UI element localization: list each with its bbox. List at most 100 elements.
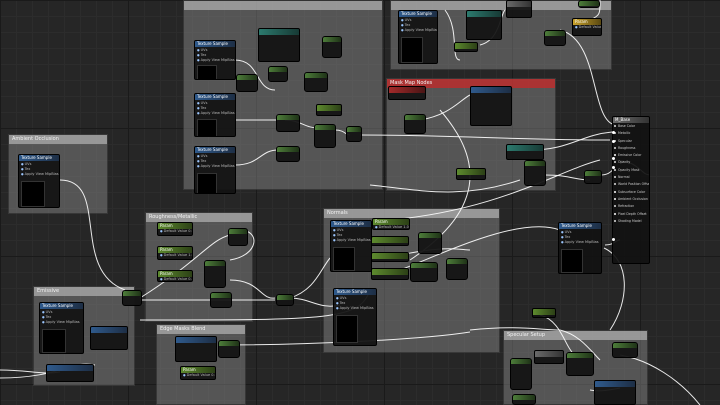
pin-label[interactable]: Apply View MipBias xyxy=(333,238,371,243)
result-pin[interactable]: Ambient Occlusion xyxy=(613,196,649,203)
math-node[interactable] xyxy=(210,292,232,308)
texture-sample-node[interactable]: Texture Sample UVsTexApply View MipBias xyxy=(18,154,60,208)
comment-title[interactable]: Ambient Occlusion xyxy=(9,135,107,144)
function-node[interactable] xyxy=(175,336,217,362)
math-node[interactable] xyxy=(524,160,546,186)
result-pin[interactable]: Subsurface Color xyxy=(613,189,649,196)
result-pin[interactable]: Normal xyxy=(613,174,649,181)
math-node[interactable] xyxy=(204,260,226,288)
texture-sample-node[interactable]: Texture Sample UVsTexApply View MipBias xyxy=(558,222,602,274)
reroute-knot[interactable] xyxy=(612,131,615,134)
math-node[interactable] xyxy=(346,126,362,142)
texture-sample-node[interactable]: Texture Sample UVsTexApply View MipBias xyxy=(194,93,236,137)
pin-label[interactable]: Apply View MipBias xyxy=(561,240,599,245)
scalar-parameter-node[interactable]: Param Default Value 0.5 xyxy=(157,270,193,282)
pin-label[interactable]: Apply View MipBias xyxy=(197,164,235,169)
math-node[interactable] xyxy=(218,340,240,358)
scalar-parameter-node[interactable]: Param Default Value 0.0 xyxy=(157,222,193,236)
function-node[interactable] xyxy=(371,252,409,262)
math-node[interactable] xyxy=(314,124,336,148)
math-node[interactable] xyxy=(566,352,594,376)
function-node[interactable] xyxy=(532,308,556,318)
function-node[interactable] xyxy=(371,236,409,246)
param-default-value[interactable]: Default Value 2.0 xyxy=(573,25,601,30)
math-node[interactable] xyxy=(578,0,600,8)
pin-label[interactable]: Apply View MipBias xyxy=(197,58,235,63)
math-node[interactable] xyxy=(276,294,294,306)
math-node[interactable] xyxy=(418,232,442,254)
pin-label[interactable]: Apply View MipBias xyxy=(336,306,374,311)
result-pin[interactable]: Shading Model xyxy=(613,218,649,225)
function-node[interactable] xyxy=(506,144,544,160)
math-node[interactable] xyxy=(276,146,300,162)
result-pin[interactable]: Opacity Mask xyxy=(613,167,649,174)
comment-title[interactable] xyxy=(184,1,382,10)
function-node[interactable] xyxy=(388,86,426,100)
pin-label[interactable]: Apply View MipBias xyxy=(401,28,437,33)
reroute-knot[interactable] xyxy=(612,166,615,169)
texture-sample-node[interactable]: Texture Sample UVsTexApply View MipBias xyxy=(333,288,377,346)
math-node[interactable] xyxy=(228,228,248,246)
math-node[interactable] xyxy=(268,66,288,82)
scalar-parameter-node[interactable]: Param Default Value 1.0 xyxy=(157,246,193,260)
pin-label[interactable]: Apply View MipBias xyxy=(197,111,235,116)
function-node[interactable] xyxy=(506,0,532,18)
result-pin[interactable]: Refraction xyxy=(613,203,649,210)
pin-label[interactable]: Apply View MipBias xyxy=(42,320,81,325)
math-node[interactable] xyxy=(446,258,468,280)
math-node[interactable] xyxy=(236,74,258,92)
comment-title[interactable]: Edge Masks Blend xyxy=(157,325,245,334)
math-node[interactable] xyxy=(512,394,536,405)
math-node[interactable] xyxy=(276,114,300,132)
result-pin[interactable]: Pixel Depth Offset xyxy=(613,211,649,218)
function-node[interactable] xyxy=(456,168,486,180)
result-pin[interactable]: Metallic xyxy=(613,130,649,137)
math-node[interactable] xyxy=(322,36,342,58)
comment-title[interactable]: Specular Setup xyxy=(504,331,647,340)
param-default-value[interactable]: Default Value 1.0 xyxy=(373,225,409,229)
texture-sample-node[interactable]: Texture Sample UVsTexApply View MipBias xyxy=(39,302,84,354)
result-pin[interactable]: Emissive Color xyxy=(613,152,649,159)
reroute-knot[interactable] xyxy=(612,140,615,143)
math-node[interactable] xyxy=(122,290,142,306)
result-pin[interactable]: Roughness xyxy=(613,145,649,152)
param-default-value[interactable]: Default Value 1.0 xyxy=(158,253,192,258)
scalar-parameter-node[interactable]: Param Default Value 2.0 xyxy=(572,18,602,36)
function-node[interactable] xyxy=(316,104,342,116)
texture-sample-node[interactable]: Texture Sample UVsTexApply View MipBias xyxy=(330,220,372,272)
math-node[interactable] xyxy=(404,114,426,134)
reroute-knot[interactable] xyxy=(612,238,615,241)
function-node[interactable] xyxy=(594,380,636,405)
param-default-value[interactable]: Default Value 0.0 xyxy=(181,373,215,378)
result-pin[interactable]: Opacity xyxy=(613,159,649,166)
material-result-node[interactable]: M_Base Base Color Metallic Specular Roughne… xyxy=(612,116,650,264)
param-default-value[interactable]: Default Value 0.0 xyxy=(158,229,192,234)
result-pin[interactable]: Specular xyxy=(613,138,649,145)
math-node[interactable] xyxy=(544,30,566,46)
function-node[interactable] xyxy=(470,86,512,126)
comment-title[interactable]: Normals xyxy=(324,209,499,218)
result-pin[interactable]: Base Color xyxy=(613,123,649,130)
scalar-parameter-node[interactable]: Param Default Value 1.0 xyxy=(372,218,410,230)
param-default-value[interactable]: Default Value 0.5 xyxy=(158,277,192,281)
math-node[interactable] xyxy=(410,262,438,282)
function-node[interactable] xyxy=(46,364,94,382)
math-node[interactable] xyxy=(612,342,638,358)
scalar-parameter-node[interactable]: Param Default Value 0.0 xyxy=(180,366,216,380)
material-graph-canvas[interactable]: Ambient Occlusion Mask Map Nodes Roughne… xyxy=(0,0,720,405)
math-node[interactable] xyxy=(510,358,532,390)
function-node[interactable] xyxy=(454,42,478,52)
math-node[interactable] xyxy=(304,72,328,92)
pin-label[interactable]: Apply View MipBias xyxy=(21,172,59,177)
math-node[interactable] xyxy=(584,170,602,184)
texture-sample-node[interactable]: Texture Sample UVsTexApply View MipBias xyxy=(194,146,236,194)
comment-title[interactable]: Roughness/Metallic xyxy=(146,213,252,222)
function-node[interactable] xyxy=(258,28,300,62)
texture-sample-node[interactable]: Texture Sample UVsTexApply View MipBias xyxy=(194,40,236,80)
function-node[interactable] xyxy=(90,326,128,350)
function-node[interactable] xyxy=(466,10,502,40)
texture-sample-node[interactable]: Texture Sample UVsTexApply View MipBias xyxy=(398,10,438,64)
function-node[interactable] xyxy=(534,350,564,364)
comment-title[interactable]: Emissive xyxy=(34,287,134,296)
reroute-knot[interactable] xyxy=(612,157,615,160)
